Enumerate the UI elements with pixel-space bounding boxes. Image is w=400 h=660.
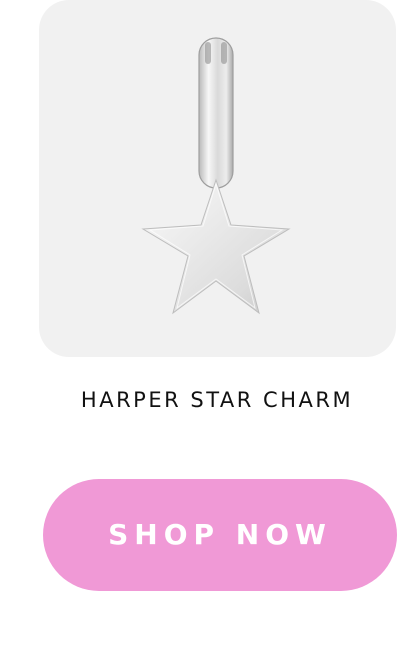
product-title[interactable]: HARPER STAR CHARM — [0, 388, 400, 412]
shop-now-button[interactable]: SHOP NOW — [43, 479, 397, 591]
product-image[interactable] — [39, 0, 396, 357]
product-card[interactable] — [39, 0, 396, 357]
